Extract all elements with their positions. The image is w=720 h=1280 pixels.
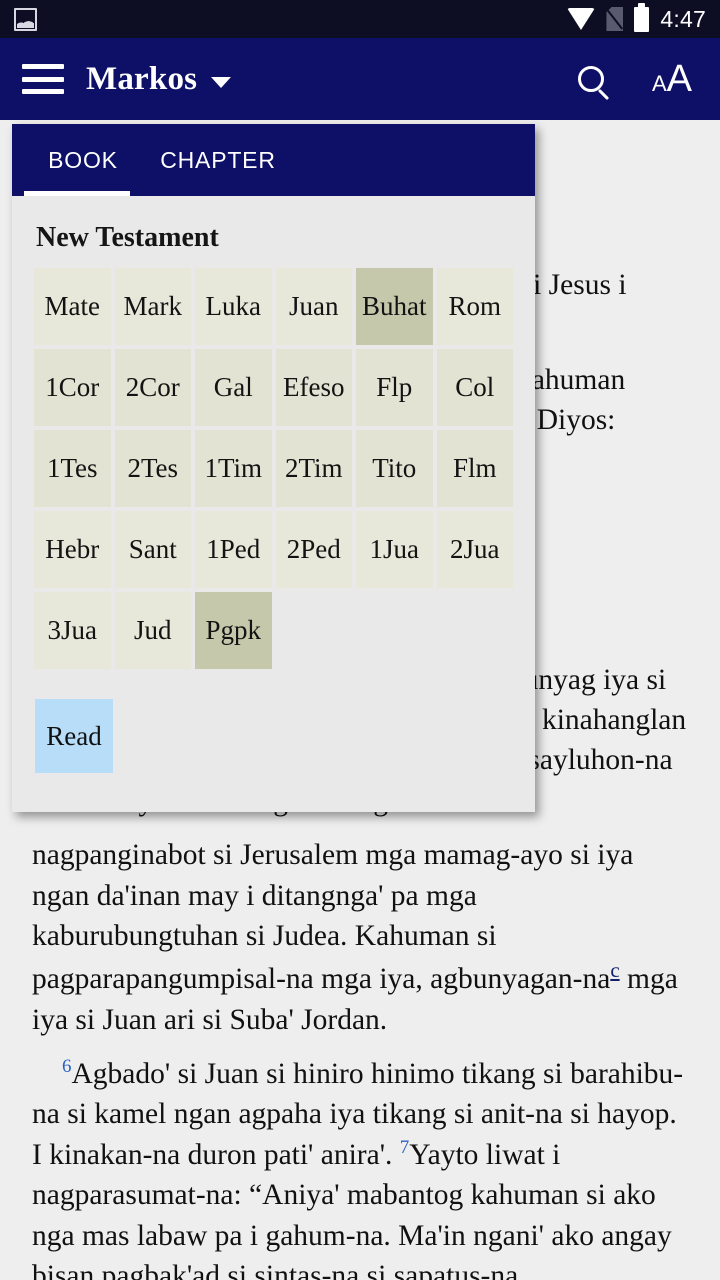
chevron-down-icon[interactable] [211, 77, 232, 88]
book-cell[interactable]: Mark [114, 268, 191, 345]
book-cell[interactable]: 1Tes [34, 430, 111, 507]
book-cell-empty [276, 592, 353, 669]
read-button[interactable]: Read [35, 699, 113, 773]
book-cell[interactable]: 1Jua [356, 511, 433, 588]
book-cell[interactable]: Buhat [356, 268, 433, 345]
battery-icon [634, 2, 650, 32]
search-icon[interactable] [577, 66, 604, 92]
active-tab-indicator [24, 191, 130, 196]
book-grid: Mate Mark Luka Juan Buhat Rom 1Cor 2Cor Gal Efeso… [34, 268, 513, 669]
book-cell[interactable]: Sant [114, 511, 191, 588]
book-selector-panel: BOOK CHAPTER New Testament Mate Mark Luka J… [12, 124, 535, 812]
book-cell[interactable]: Pgpk [195, 592, 272, 669]
book-cell[interactable]: 1Cor [34, 349, 111, 426]
book-cell[interactable]: 3Jua [34, 592, 111, 669]
app-bar-actions: AA [577, 60, 698, 98]
app-root: 4:47 Markos AA I Pagtutdo' nan Si I Pagb… [0, 0, 720, 1280]
tab-book[interactable]: BOOK [24, 124, 142, 196]
status-bar-clock: 4:47 [660, 5, 706, 32]
read-row: Read [34, 699, 513, 773]
book-cell[interactable]: Flp [356, 349, 433, 426]
status-bar: 4:47 [0, 0, 720, 38]
book-cell[interactable]: Hebr [34, 511, 111, 588]
footnote-link-c[interactable]: c [610, 958, 619, 982]
book-cell[interactable]: Jud [114, 592, 191, 669]
book-cell[interactable]: Mate [34, 268, 111, 345]
book-cell[interactable]: 2Ped [275, 511, 352, 588]
verse-paragraph-4: nagpanginabot si Jerusalem mga mamag-ayo… [32, 835, 688, 1040]
book-cell[interactable]: 2Tim [275, 430, 352, 507]
book-cell[interactable]: 2Tes [114, 430, 191, 507]
book-cell-empty [437, 592, 514, 669]
hamburger-bar [22, 89, 64, 94]
text-size-large-a: A [666, 58, 692, 100]
book-cell[interactable]: Rom [436, 268, 513, 345]
book-cell[interactable]: Tito [356, 430, 433, 507]
book-cell[interactable]: Gal [195, 349, 272, 426]
text-size-small-a: A [651, 71, 667, 96]
testament-label: New Testament [36, 222, 219, 253]
screenshot-icon [14, 7, 37, 31]
book-cell[interactable]: 1Tim [195, 430, 272, 507]
book-cell[interactable]: Luka [195, 268, 272, 345]
book-cell[interactable]: 2Cor [114, 349, 191, 426]
book-cell[interactable]: Flm [436, 430, 513, 507]
verse-number-7: 7 [399, 1137, 410, 1159]
panel-body: New Testament Mate Mark Luka Juan Buhat Rom 1C… [12, 196, 535, 812]
app-bar: Markos AA [0, 38, 720, 120]
no-sim-icon [606, 7, 624, 31]
text-size-icon[interactable]: AA [652, 60, 692, 98]
book-cell[interactable]: 2Jua [436, 511, 513, 588]
book-cell-empty [356, 592, 433, 669]
tab-chapter[interactable]: CHAPTER [142, 124, 294, 196]
hamburger-bar [22, 64, 64, 69]
verse-text: nagpanginabot si Jerusalem mga mamag-ayo… [32, 839, 634, 996]
book-cell[interactable]: 1Ped [195, 511, 272, 588]
hamburger-bar [22, 76, 64, 82]
panel-tab-bar: BOOK CHAPTER [12, 124, 535, 196]
verse-number-6: 6 [62, 1056, 72, 1078]
wifi-icon [567, 8, 596, 30]
status-bar-right: 4:47 [567, 2, 706, 33]
hamburger-icon[interactable] [22, 64, 64, 94]
book-cell[interactable]: Juan [275, 268, 352, 345]
status-bar-left [14, 7, 37, 31]
verse-paragraph-5: 6Agbado' si Juan si hiniro hinimo tikang… [32, 1054, 688, 1280]
verse-text: Agbado' si Juan si hiniro hinimo tikang … [32, 1058, 684, 1171]
book-cell[interactable]: Col [436, 349, 513, 426]
book-cell[interactable]: Efeso [275, 349, 352, 426]
page-title[interactable]: Markos [86, 61, 197, 98]
